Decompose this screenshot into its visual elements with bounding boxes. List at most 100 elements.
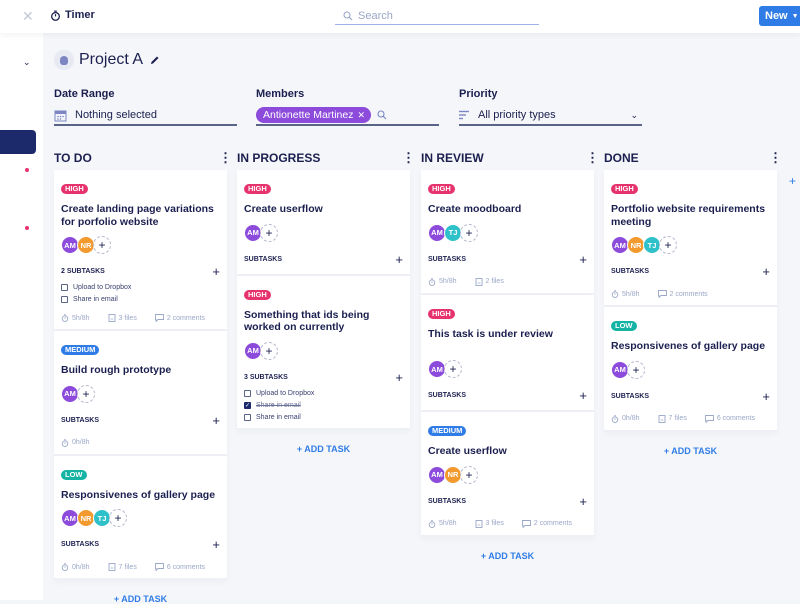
task-title[interactable]: Build rough prototype	[61, 364, 220, 377]
subtask-checkbox[interactable]: ✓	[244, 401, 251, 409]
add-subtask-icon[interactable]: +	[212, 537, 220, 552]
sidebar-active-item[interactable]	[0, 130, 36, 154]
remove-chip-icon[interactable]: ✕	[357, 110, 365, 121]
priority-badge: LOW	[611, 321, 637, 331]
add-subtask-icon[interactable]: +	[395, 370, 403, 385]
task-title[interactable]: Create userflow	[428, 445, 587, 458]
task-title[interactable]: Something that ids being worked on curre…	[244, 309, 403, 334]
add-assignee-button[interactable]: +	[460, 223, 478, 242]
member-chip[interactable]: Antionette Martinez ✕	[256, 107, 372, 123]
add-subtask-icon[interactable]: +	[212, 413, 220, 428]
subtask-checkbox[interactable]	[244, 413, 251, 421]
task-card[interactable]: HIGH Something that ids being worked on …	[237, 275, 410, 430]
task-card[interactable]: HIGH Create userflow AM + SUBTASKS +	[237, 170, 410, 276]
comments-count[interactable]: 6 comments	[704, 414, 755, 423]
task-title[interactable]: Portfolio website requirements meeting	[611, 203, 770, 228]
files-count[interactable]: 3 files	[475, 519, 504, 528]
add-task-button[interactable]: + ADD TASK	[604, 446, 777, 456]
task-title[interactable]: Responsivenes of gallery page	[61, 489, 220, 502]
files-count[interactable]: 2 files	[475, 277, 504, 286]
caret-down-icon: ▼	[791, 12, 799, 20]
more-vertical-icon[interactable]: ⋮	[219, 150, 232, 166]
column-in-progress: IN PROGRESS ⋮ HIGH Create userflow AM + S…	[237, 149, 415, 454]
task-card[interactable]: LOW Responsivenes of gallery page AM + SU…	[604, 307, 777, 432]
files-value: 3 files	[485, 520, 504, 527]
task-card[interactable]: LOW Responsivenes of gallery page AM NR TJ…	[54, 455, 227, 580]
task-card[interactable]: HIGH Portfolio website requirements meet…	[604, 170, 777, 307]
task-card[interactable]: MEDIUM Create userflow AM NR + SUBTASKS +5…	[421, 412, 594, 537]
add-assignee-button[interactable]: +	[77, 384, 95, 403]
assignee-list: AM NR TJ +	[611, 236, 770, 255]
priority-select[interactable]: All priority types ⌄	[459, 106, 642, 126]
task-title[interactable]: Create userflow	[244, 203, 403, 216]
task-title[interactable]: Create landing page variations for porfo…	[61, 203, 220, 228]
task-card[interactable]: MEDIUM Build rough prototype AM + SUBTASK…	[54, 331, 227, 456]
add-subtask-icon[interactable]: +	[762, 389, 770, 404]
close-icon[interactable]: ✕	[22, 8, 34, 25]
add-assignee-button[interactable]: +	[627, 360, 645, 379]
add-task-button[interactable]: + ADD TASK	[54, 594, 227, 604]
more-vertical-icon[interactable]: ⋮	[769, 150, 782, 166]
files-count[interactable]: 3 files	[108, 314, 137, 322]
priority-badge: LOW	[61, 469, 87, 480]
date-range-field[interactable]: Nothing selected	[54, 106, 237, 126]
subtasks-header: SUBTASKS +	[428, 388, 587, 403]
files-count[interactable]: 7 files	[108, 563, 137, 571]
column-done: DONE ⋮ HIGH Portfolio website requiremen…	[604, 149, 782, 456]
column-in-review: IN REVIEW ⋮ HIGH Create moodboard AM TJ + …	[421, 149, 599, 561]
add-task-button[interactable]: + ADD TASK	[237, 444, 410, 454]
members-field[interactable]: Antionette Martinez ✕	[256, 106, 439, 126]
add-assignee-button[interactable]: +	[659, 236, 677, 254]
task-title[interactable]: Create moodboard	[428, 203, 587, 216]
add-assignee-button[interactable]: +	[260, 223, 278, 242]
comments-count[interactable]: 2 comments	[657, 290, 708, 298]
add-subtask-icon[interactable]: +	[579, 494, 587, 509]
add-subtask-icon[interactable]: +	[579, 252, 587, 267]
comments-value: 2 comments	[533, 520, 572, 527]
search-icon[interactable]	[377, 110, 387, 120]
add-subtask-icon[interactable]: +	[395, 252, 403, 267]
add-subtask-icon[interactable]: +	[579, 388, 587, 403]
add-assignee-button[interactable]: +	[93, 236, 111, 254]
add-assignee-button[interactable]: +	[460, 465, 478, 484]
subtask-checkbox[interactable]	[244, 389, 251, 397]
top-bar: ✕ Timer Search New ▼	[0, 0, 800, 33]
pencil-icon[interactable]	[150, 55, 160, 65]
add-task-button[interactable]: + ADD TASK	[421, 551, 594, 561]
column-header: DONE ⋮	[604, 149, 782, 167]
add-assignee-button[interactable]: +	[444, 360, 462, 378]
chevron-down-icon[interactable]: ⌄	[23, 57, 31, 68]
add-assignee-button[interactable]: +	[260, 341, 278, 360]
files-count[interactable]: 7 files	[658, 414, 687, 423]
subtask-item: Share in email	[244, 413, 403, 421]
add-subtask-icon[interactable]: +	[762, 264, 770, 279]
comments-count[interactable]: 2 comments	[521, 519, 572, 528]
add-column-icon[interactable]: +	[789, 174, 796, 188]
subtask-text: Share in email	[256, 413, 301, 421]
stopwatch-icon	[428, 277, 436, 286]
comments-count[interactable]: 6 comments	[154, 563, 205, 571]
new-button[interactable]: New ▼	[759, 6, 800, 26]
time-value: 0h/8h	[72, 563, 90, 571]
comments-count[interactable]: 2 comments	[154, 314, 205, 322]
subtask-checkbox[interactable]	[61, 284, 68, 291]
add-assignee-button[interactable]: +	[109, 509, 127, 527]
task-title[interactable]: Responsivenes of gallery page	[611, 340, 770, 353]
file-icon	[108, 314, 115, 322]
timer-button[interactable]: Timer	[50, 9, 95, 21]
subtasks-header: 3 SUBTASKS +	[244, 370, 403, 385]
search-input[interactable]: Search	[335, 7, 539, 25]
priority-badge: MEDIUM	[61, 345, 100, 355]
task-title[interactable]: This task is under review	[428, 328, 587, 341]
assignee-list: AM +	[61, 384, 220, 404]
more-vertical-icon[interactable]: ⋮	[402, 150, 415, 166]
task-card[interactable]: HIGH Create landing page variations for …	[54, 170, 227, 331]
task-card[interactable]: HIGH This task is under review AM + SUBTA…	[421, 294, 594, 412]
comment-icon	[154, 314, 164, 322]
subtask-checkbox[interactable]	[61, 296, 68, 303]
add-subtask-icon[interactable]: +	[212, 264, 220, 279]
subtask-item: ✓ Share in email	[244, 401, 403, 409]
task-card[interactable]: HIGH Create moodboard AM TJ + SUBTASKS +5h…	[421, 170, 594, 295]
more-vertical-icon[interactable]: ⋮	[586, 150, 599, 166]
comments-value: 6 comments	[166, 563, 205, 571]
